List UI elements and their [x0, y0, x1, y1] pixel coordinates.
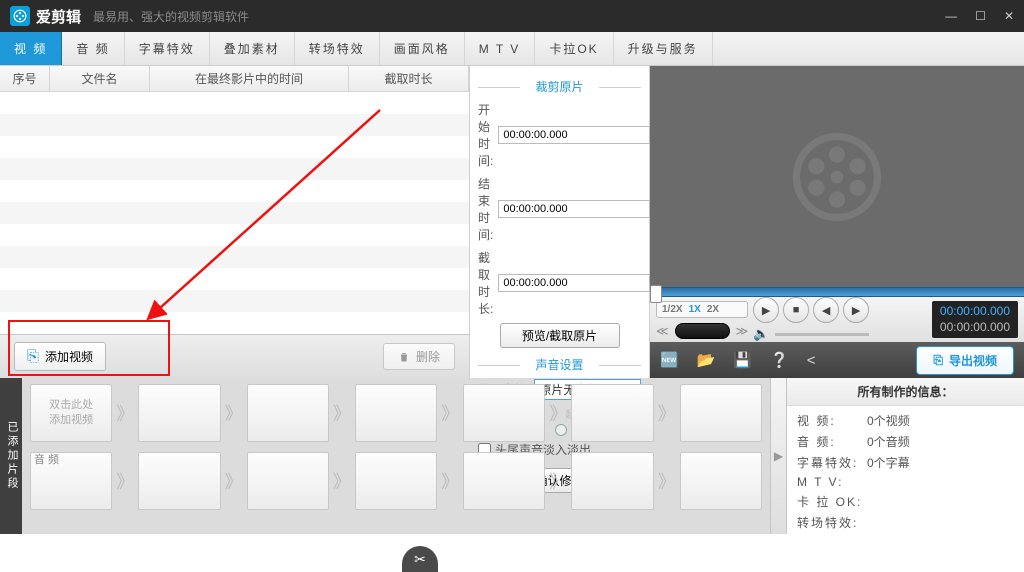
stop-button[interactable]: ■ — [783, 297, 809, 323]
playback-controls: 1/2X 1X 2X ≪ ≫ ▶ ■ ◀ ▶ 🔈 — [650, 297, 1024, 342]
audio-thumb[interactable] — [355, 452, 437, 510]
clip-thumb[interactable] — [680, 384, 762, 442]
col-filename: 文件名 — [50, 66, 150, 91]
audio-clip-row: 音 频 》 》 》 》 》 》 — [30, 452, 762, 510]
time-total: 00:00:00.000 — [940, 320, 1010, 336]
clip-thumb[interactable] — [138, 384, 220, 442]
share-icon[interactable]: < — [807, 352, 816, 369]
clips-body: 双击此处 添加视频 》 》 》 》 》 》 音 频 》 》 》 》 》 》 ✂ — [22, 378, 770, 534]
film-reel-icon — [792, 132, 882, 222]
delete-button[interactable]: 删除 — [383, 343, 455, 370]
tab-overlay[interactable]: 叠加素材 — [210, 32, 295, 65]
app-slogan: 最易用、强大的视频剪辑软件 — [93, 8, 249, 25]
tab-transition[interactable]: 转场特效 — [295, 32, 380, 65]
clip-thumb[interactable] — [571, 384, 653, 442]
start-time-label: 开始时间: — [478, 101, 493, 169]
preview-volume-slider[interactable] — [775, 333, 869, 336]
table-body — [0, 92, 469, 334]
export-video-button[interactable]: ⎘ 导出视频 — [916, 346, 1014, 375]
table-header: 序号 文件名 在最终影片中的时间 截取时长 — [0, 66, 469, 92]
video-clip-row: 双击此处 添加视频 》 》 》 》 》 》 — [30, 384, 762, 442]
play-button[interactable]: ▶ — [753, 297, 779, 323]
preview-trim-button[interactable]: 预览/截取原片 — [500, 323, 620, 348]
clip-table-panel: 序号 文件名 在最终影片中的时间 截取时长 ⎘ 添加视频 删除 — [0, 66, 470, 378]
add-video-icon: ⎘ — [27, 348, 39, 365]
bottom-toolbar: 🆕 📂 💾 ❔ < ⎘ 导出视频 — [650, 342, 1024, 378]
tabbar: 视 频 音 频 字幕特效 叠加素材 转场特效 画面风格 M T V 卡拉OK 升… — [0, 32, 1024, 66]
duration-input[interactable] — [498, 274, 650, 292]
sound-section-title: 声音设置 — [478, 356, 641, 373]
close-button[interactable]: ✕ — [1004, 9, 1014, 23]
clip-thumb[interactable] — [355, 384, 437, 442]
preview-panel: 1/2X 1X 2X ≪ ≫ ▶ ■ ◀ ▶ 🔈 — [650, 66, 1024, 378]
info-panel: 所有制作的信息： 视 频:0个视频 音 频:0个音频 字幕特效:0个字幕 M T… — [786, 378, 1024, 534]
tab-mtv[interactable]: M T V — [465, 32, 536, 65]
export-label: 导出视频 — [949, 352, 997, 369]
tab-karaoke[interactable]: 卡拉OK — [535, 32, 613, 65]
add-delete-bar: ⎘ 添加视频 删除 — [0, 334, 469, 378]
save-icon[interactable]: 💾 — [733, 351, 752, 369]
clip-thumb[interactable] — [463, 384, 545, 442]
duration-label: 截取时长: — [478, 249, 493, 317]
end-time-input[interactable] — [498, 200, 650, 218]
clips-area: 已添加片段 双击此处 添加视频 》 》 》 》 》 》 音 频 》 》 》 》 … — [0, 378, 1024, 534]
preview-viewport — [650, 66, 1024, 287]
jog-wheel[interactable] — [675, 323, 730, 339]
properties-panel: 裁剪原片 开始时间: 结束时间: 截取时长: 预览/截取原片 声音设置 使用音轨… — [470, 66, 650, 378]
end-time-label: 结束时间: — [478, 175, 493, 243]
clip-thumb[interactable] — [247, 384, 329, 442]
tab-audio[interactable]: 音 频 — [62, 32, 124, 65]
delete-label: 删除 — [416, 348, 440, 365]
maximize-button[interactable]: ☐ — [975, 9, 986, 23]
clips-side-label: 已添加片段 — [0, 378, 22, 534]
info-body: 视 频:0个视频 音 频:0个音频 字幕特效:0个字幕 M T V: 卡 拉 O… — [787, 406, 1024, 534]
tab-video[interactable]: 视 频 — [0, 32, 62, 65]
mute-icon[interactable]: 🔈 — [753, 326, 769, 342]
add-video-button[interactable]: ⎘ 添加视频 — [14, 342, 106, 371]
trim-section-title: 裁剪原片 — [478, 78, 641, 95]
speed-selector[interactable]: 1/2X 1X 2X — [656, 301, 748, 318]
prev-button[interactable]: ◀ — [813, 297, 839, 323]
col-time: 在最终影片中的时间 — [150, 66, 349, 91]
timecode-display: 00:00:00.000 00:00:00.000 — [932, 301, 1018, 338]
clips-scroll-right[interactable]: ▶ — [770, 378, 786, 534]
time-current: 00:00:00.000 — [940, 304, 1010, 320]
help-icon[interactable]: ❔ — [770, 351, 789, 369]
arrow-sep-icon: 》 — [116, 400, 134, 426]
open-icon[interactable]: 📂 — [697, 351, 716, 369]
audio-thumb[interactable] — [138, 452, 220, 510]
app-logo — [10, 6, 30, 26]
app-name: 爱剪辑 — [36, 6, 81, 27]
col-index: 序号 — [0, 66, 50, 91]
audio-thumb[interactable] — [463, 452, 545, 510]
col-duration: 截取时长 — [349, 66, 469, 91]
next-button[interactable]: ▶ — [843, 297, 869, 323]
start-time-input[interactable] — [498, 126, 650, 144]
speed-half[interactable]: 1/2X — [662, 304, 683, 315]
audio-row-label: 音 频 — [34, 451, 59, 467]
speed-1x[interactable]: 1X — [689, 304, 701, 315]
new-icon[interactable]: 🆕 — [660, 351, 679, 369]
add-video-label: 添加视频 — [45, 348, 93, 365]
titlebar: 爱剪辑 最易用、强大的视频剪辑软件 — ☐ ✕ — [0, 0, 1024, 32]
export-icon: ⎘ — [933, 353, 943, 368]
add-clip-thumb[interactable]: 双击此处 添加视频 — [30, 384, 112, 442]
audio-thumb[interactable] — [247, 452, 329, 510]
tab-subtitle[interactable]: 字幕特效 — [125, 32, 210, 65]
audio-thumb[interactable] — [680, 452, 762, 510]
info-title: 所有制作的信息： — [787, 378, 1024, 406]
progress-bar[interactable] — [650, 287, 1024, 297]
audio-thumb[interactable] — [571, 452, 653, 510]
jog-left-icon[interactable]: ≪ — [656, 324, 669, 338]
speed-2x[interactable]: 2X — [707, 304, 719, 315]
tab-style[interactable]: 画面风格 — [380, 32, 465, 65]
trash-icon — [398, 351, 410, 363]
jog-right-icon[interactable]: ≫ — [736, 324, 749, 338]
tab-upgrade[interactable]: 升级与服务 — [614, 32, 713, 65]
minimize-button[interactable]: — — [945, 9, 957, 23]
